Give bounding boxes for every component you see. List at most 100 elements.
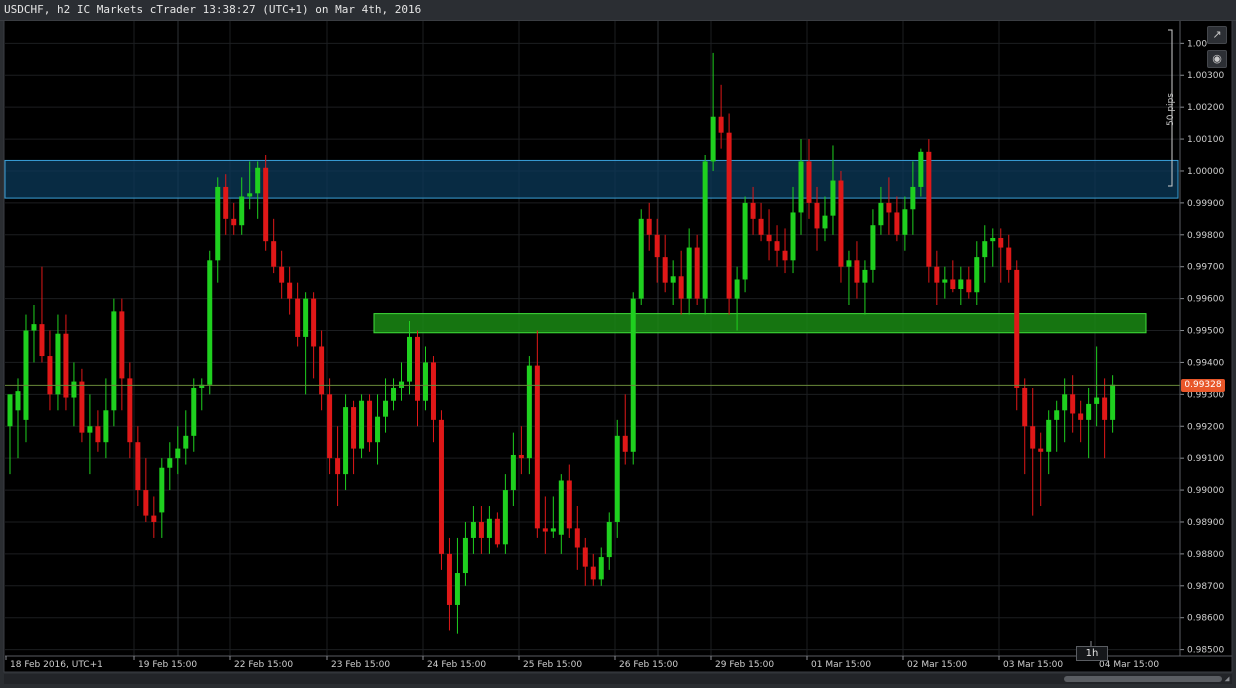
- candle-body: [998, 237, 1004, 248]
- candle-body: [1094, 397, 1100, 404]
- price-label: 0.99000: [1187, 486, 1224, 496]
- candle-body: [518, 454, 524, 459]
- candle-body: [582, 547, 588, 567]
- candle-body: [638, 218, 644, 299]
- candle-body: [151, 515, 157, 522]
- candle-body: [1086, 403, 1092, 420]
- candle-body: [814, 202, 820, 229]
- price-label: 0.99900: [1187, 199, 1224, 209]
- price-chart[interactable]: 1.00 1.00300 1.00200 1.00100 1.00000 0.99900 0…: [0, 0, 1236, 688]
- candle-body: [1078, 413, 1084, 420]
- scrollbar-thumb[interactable]: [1064, 676, 1222, 682]
- candle-body: [542, 528, 548, 532]
- candle-body: [422, 362, 428, 401]
- candle-body: [686, 247, 692, 299]
- candle-body: [7, 394, 13, 427]
- price-label: 0.99200: [1187, 422, 1224, 432]
- price-label: 0.98500: [1187, 646, 1224, 656]
- price-label: 1.00100: [1187, 135, 1224, 145]
- candle-body: [630, 298, 636, 452]
- candle-body: [407, 336, 412, 382]
- candle-body: [63, 333, 69, 398]
- candle-body: [862, 269, 868, 283]
- candle-body: [327, 394, 333, 459]
- price-label: 0.99100: [1187, 454, 1224, 464]
- candle-body: [1070, 394, 1076, 414]
- candle-body: [175, 448, 181, 459]
- candle-body: [239, 196, 245, 226]
- price-label: 0.99800: [1187, 231, 1224, 241]
- candle-body: [215, 186, 221, 261]
- candle-body: [159, 467, 165, 513]
- candle-body: [846, 260, 852, 267]
- candle-body: [566, 480, 572, 529]
- time-label: 24 Feb 15:00: [427, 660, 486, 670]
- candle-body: [438, 419, 444, 554]
- price-label: 1.00300: [1187, 71, 1224, 81]
- pips-ruler-label: 50 pips: [1166, 93, 1176, 126]
- candle-body: [902, 209, 908, 235]
- candle-body: [878, 202, 884, 226]
- price-label: 1.00: [1187, 39, 1207, 49]
- candle-body: [375, 416, 381, 443]
- candle-body: [774, 241, 780, 251]
- candle-body: [1054, 410, 1060, 420]
- candle-body: [1030, 426, 1036, 449]
- time-label: 18 Feb 2016, UTC+1: [10, 660, 103, 670]
- candle-body: [782, 250, 788, 261]
- candle-body: [311, 298, 317, 347]
- candle-body: [319, 346, 325, 395]
- time-label: 02 Mar 15:00: [907, 660, 967, 670]
- candle-body: [39, 324, 45, 357]
- horizontal-scrollbar[interactable]: ◢: [4, 674, 1232, 684]
- candle-body: [207, 260, 213, 385]
- candle-body: [694, 247, 700, 299]
- candle-body: [454, 573, 460, 605]
- candle-body: [806, 161, 812, 203]
- candle-body: [870, 225, 876, 270]
- candle-body: [894, 212, 900, 235]
- candle-body: [966, 279, 972, 293]
- candle-body: [830, 180, 836, 216]
- candle-body: [255, 167, 261, 194]
- candle-body: [526, 365, 532, 459]
- candle-body: [279, 266, 285, 283]
- candle-body: [534, 365, 540, 529]
- camera-icon[interactable]: ◉: [1207, 50, 1227, 68]
- candle-body: [1102, 397, 1108, 420]
- time-label: 22 Feb 15:00: [234, 660, 293, 670]
- candle-body: [223, 186, 229, 219]
- candle-body: [662, 257, 668, 283]
- candle-body: [606, 521, 612, 558]
- expand-icon[interactable]: ↗: [1207, 26, 1227, 44]
- current-price-tag: 0.99328: [1181, 379, 1225, 393]
- candle-body: [191, 387, 197, 436]
- candle-body: [303, 298, 309, 337]
- candle-body: [918, 151, 924, 187]
- candle-body: [510, 454, 516, 491]
- resistance-zone: [4, 159, 1179, 199]
- candle-body: [590, 566, 596, 580]
- candle-body: [87, 426, 93, 433]
- time-label: 29 Feb 15:00: [715, 660, 774, 670]
- price-label: 0.99600: [1187, 295, 1224, 305]
- candle-body: [343, 407, 349, 475]
- candle-body: [247, 193, 253, 197]
- candle-body: [646, 218, 652, 235]
- time-label: 03 Mar 15:00: [1003, 660, 1063, 670]
- support-zone: [373, 313, 1147, 334]
- timeframe-badge[interactable]: 1h: [1076, 646, 1108, 661]
- candle-body: [710, 116, 716, 162]
- candle-body: [1022, 387, 1028, 427]
- chart-title-bar: USDCHF, h2 IC Markets cTrader 13:38:27 (…: [0, 0, 1236, 21]
- candle-body: [430, 362, 436, 420]
- price-label: 0.99400: [1187, 358, 1224, 368]
- candle-body: [71, 381, 77, 398]
- candle-body: [670, 276, 676, 283]
- time-label: 23 Feb 15:00: [331, 660, 390, 670]
- time-label: 01 Mar 15:00: [811, 660, 871, 670]
- resize-grip-icon[interactable]: ◢: [1222, 674, 1232, 684]
- candle-body: [263, 167, 269, 242]
- price-label: 1.00200: [1187, 103, 1224, 113]
- time-label: 04 Mar 15:00: [1099, 660, 1159, 670]
